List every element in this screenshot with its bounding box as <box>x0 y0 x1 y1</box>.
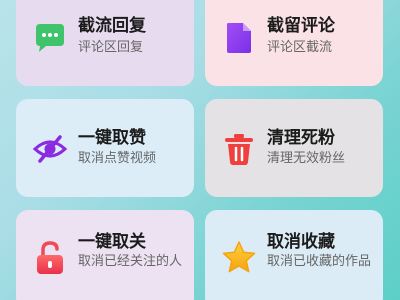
eye-off-icon <box>32 135 68 163</box>
card-intercept-comment[interactable]: 截留评论 评论区截流 <box>205 0 383 86</box>
card-subtitle: 清理无效粉丝 <box>267 151 346 166</box>
card-title: 一键取赞 <box>78 128 146 148</box>
card-title: 截流回复 <box>78 16 146 36</box>
star-icon <box>222 241 256 273</box>
card-subtitle: 评论区截流 <box>267 40 333 55</box>
card-cancel-favorites[interactable]: 取消收藏 取消已收藏的作品 <box>205 210 383 300</box>
card-title: 一键取关 <box>78 232 146 252</box>
card-title: 取消收藏 <box>267 232 335 252</box>
unlock-icon <box>37 241 63 274</box>
card-subtitle: 取消已收藏的作品 <box>267 254 372 269</box>
card-clean-dead-fans[interactable]: 清理死粉 清理无效粉丝 <box>205 99 383 197</box>
card-title: 清理死粉 <box>267 128 335 148</box>
chat-bubble-icon <box>36 24 64 52</box>
document-icon <box>227 23 251 53</box>
card-title: 截留评论 <box>267 16 335 36</box>
card-subtitle: 取消已经关注的人 <box>78 254 183 269</box>
card-unfollow-all[interactable]: 一键取关 取消已经关注的人 <box>16 210 194 300</box>
card-unlike-all[interactable]: 一键取赞 取消点赞视频 <box>16 99 194 197</box>
card-subtitle: 评论区回复 <box>78 40 144 55</box>
card-intercept-reply[interactable]: 截流回复 评论区回复 <box>16 0 194 86</box>
card-subtitle: 取消点赞视频 <box>78 151 157 166</box>
trash-icon <box>225 134 253 165</box>
